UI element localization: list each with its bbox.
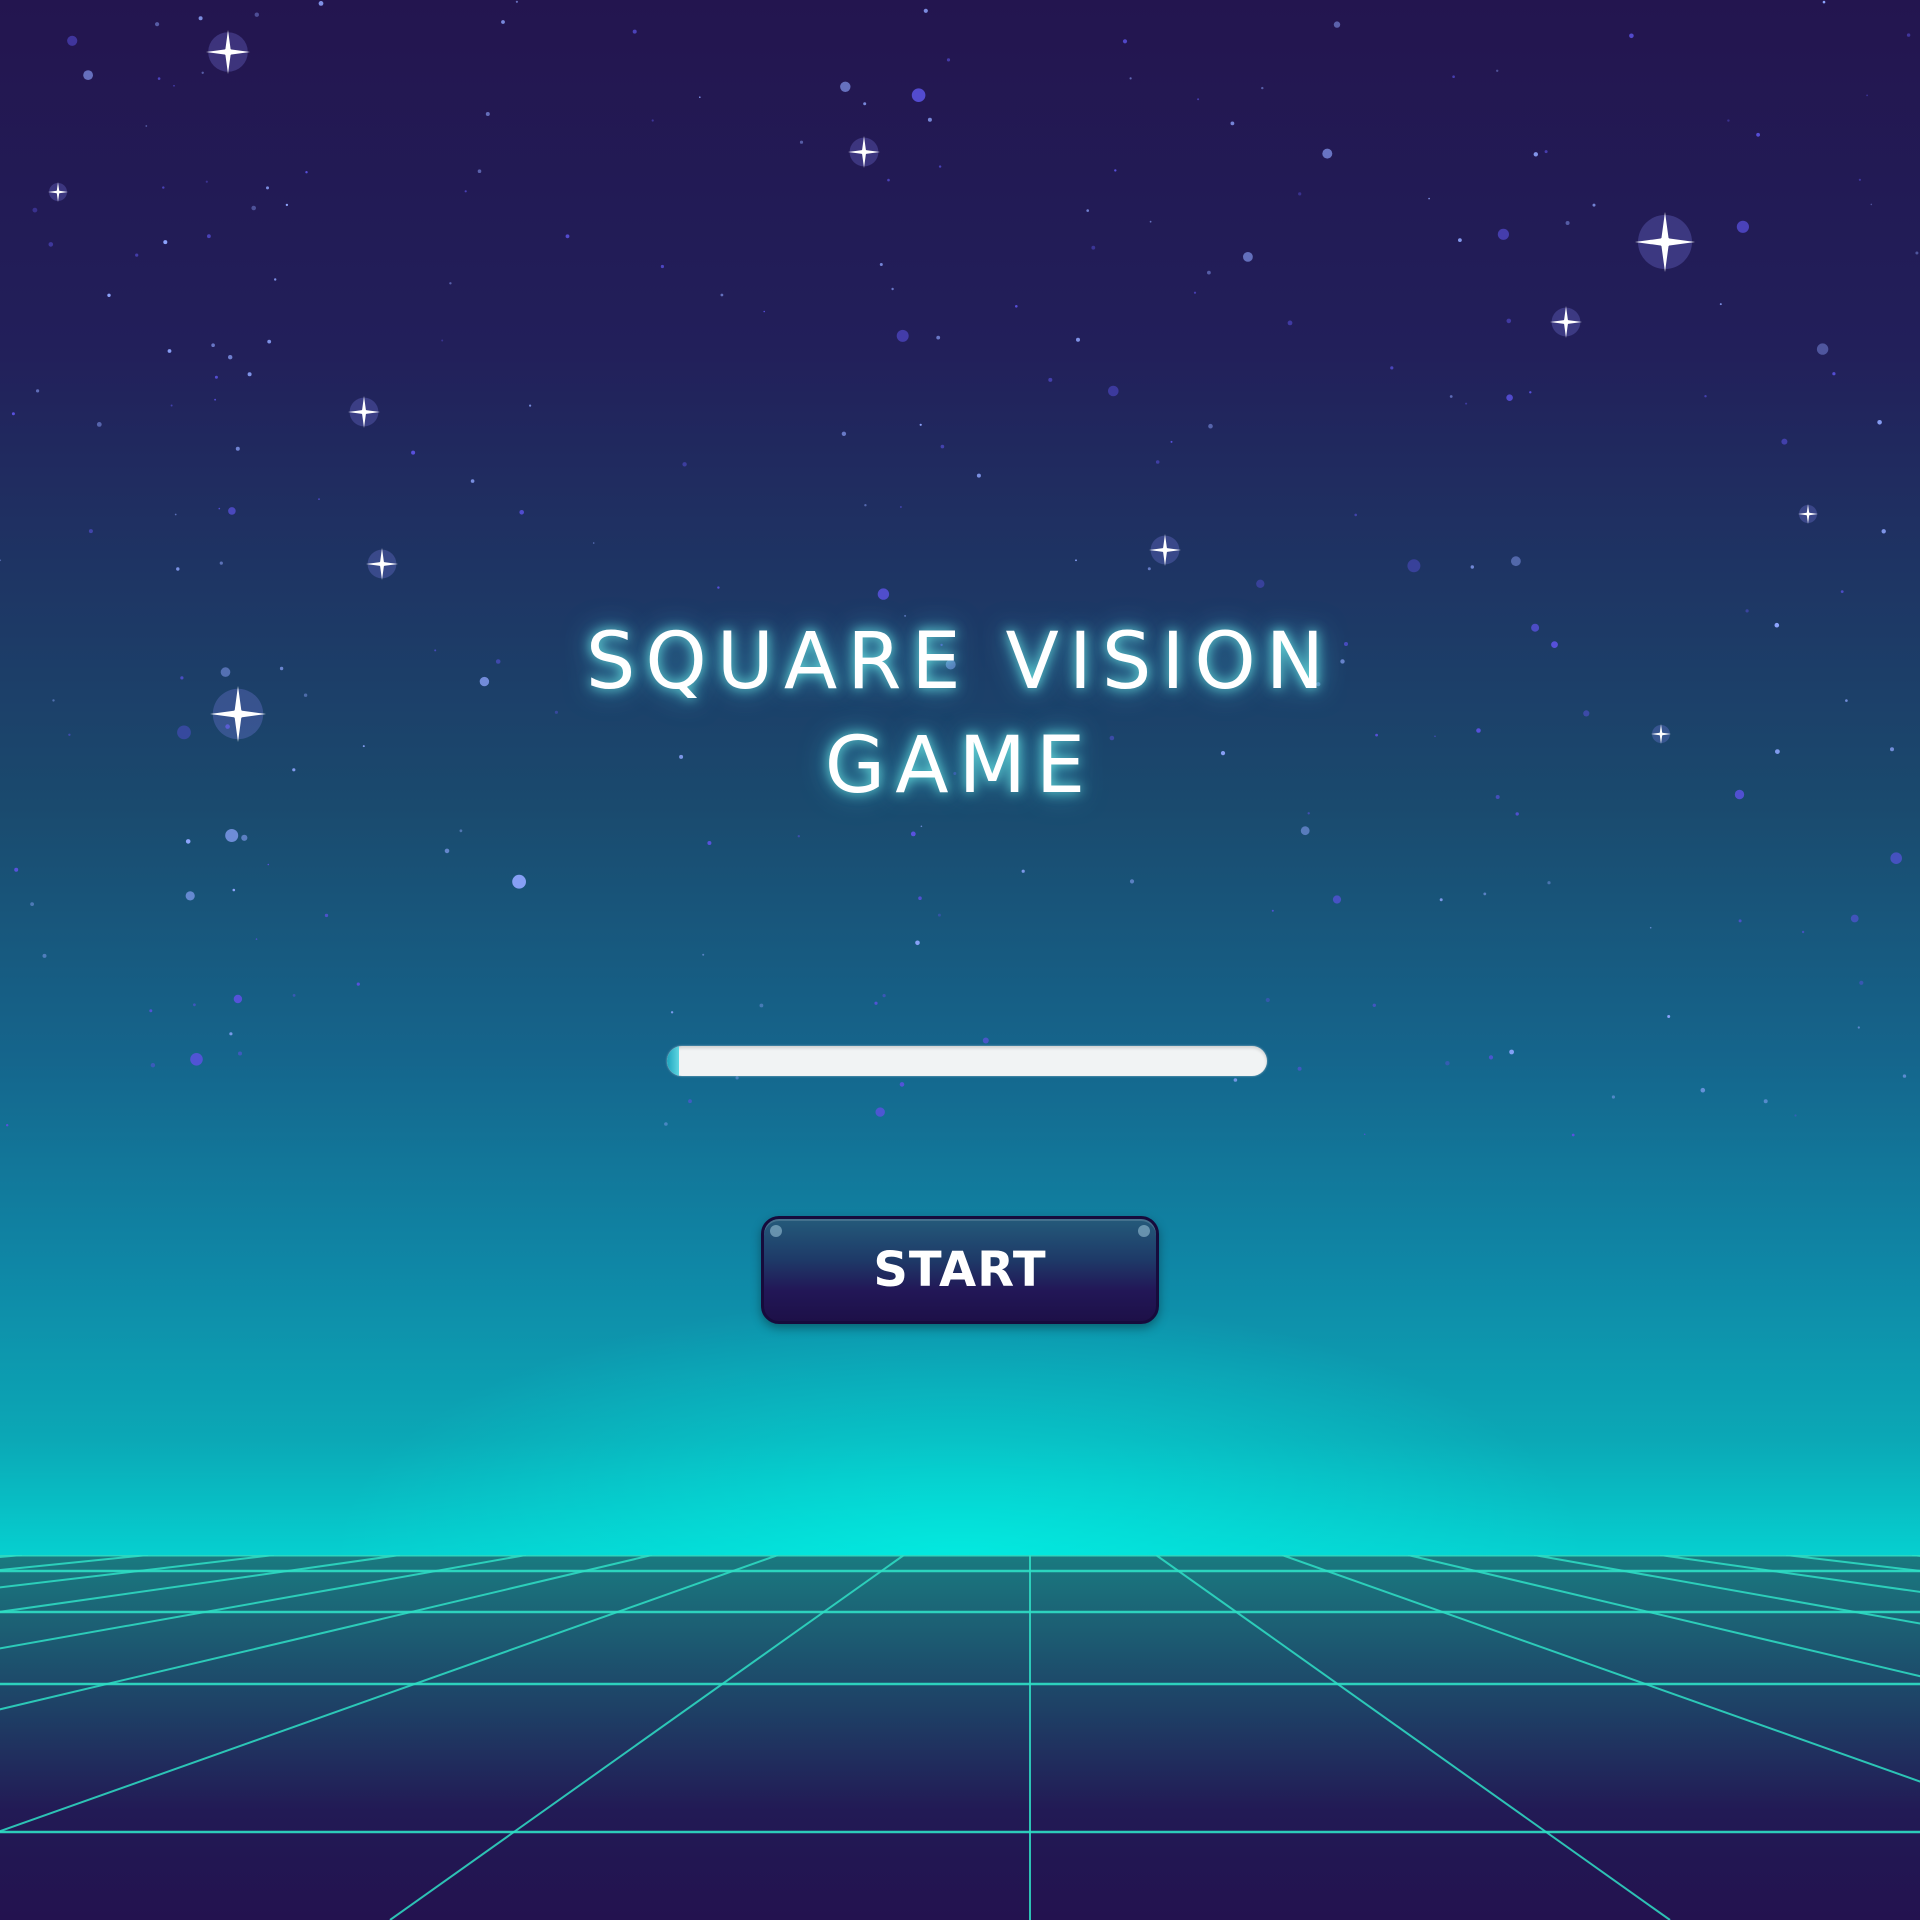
loading-progress-bar (667, 1046, 1267, 1076)
game-start-screen: SQUARE VISION GAME START (0, 0, 1920, 1920)
start-button[interactable]: START (761, 1216, 1159, 1324)
game-title-line-2: GAME (824, 721, 1096, 811)
button-gloss-left (770, 1225, 782, 1237)
loading-progress-fill (667, 1046, 679, 1076)
neon-grid-floor (0, 1555, 1920, 1920)
game-title: SQUARE VISION GAME (0, 610, 1920, 818)
button-gloss-right (1138, 1225, 1150, 1237)
game-title-line-1: SQUARE VISION (585, 617, 1335, 707)
start-button-label: START (873, 1242, 1047, 1298)
